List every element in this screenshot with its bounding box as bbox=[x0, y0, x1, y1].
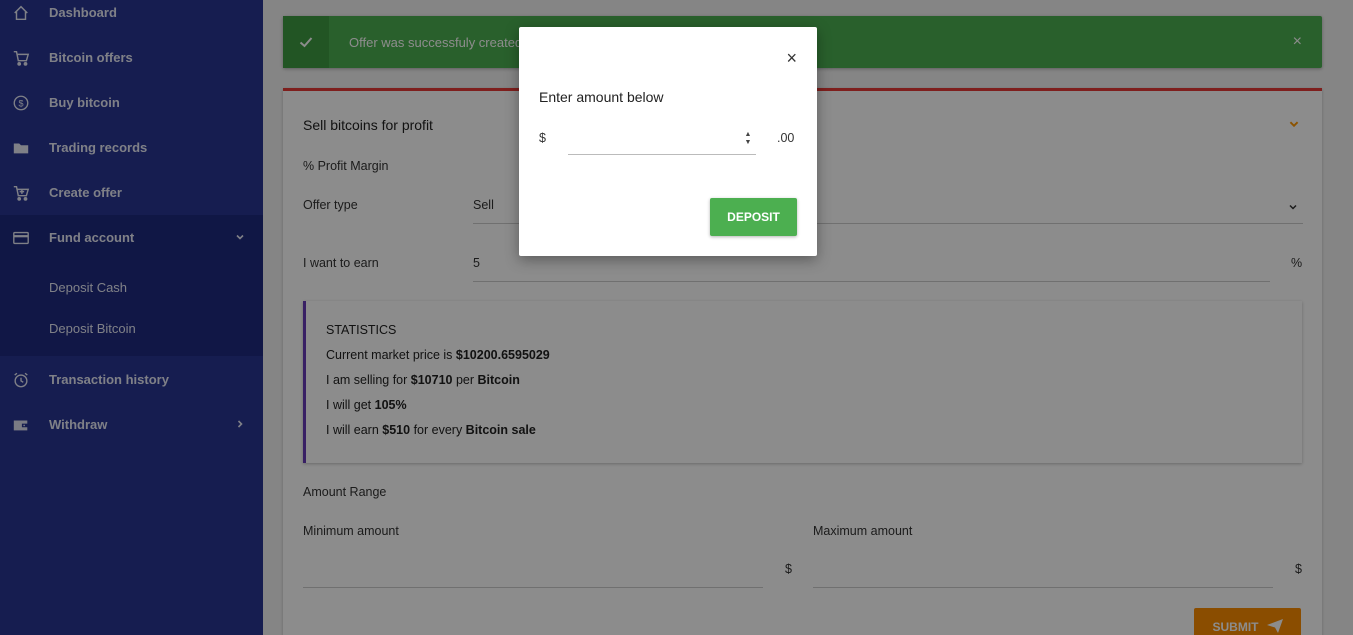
deposit-modal: × Enter amount below $ ▲ ▼ .00 DEPOSIT bbox=[519, 27, 817, 256]
modal-title: Enter amount below bbox=[539, 89, 664, 105]
amount-input[interactable] bbox=[568, 125, 756, 155]
modal-cents: .00 bbox=[777, 131, 795, 145]
deposit-button[interactable]: DEPOSIT bbox=[710, 198, 797, 236]
stepper-up-icon[interactable]: ▲ bbox=[745, 131, 752, 139]
modal-currency: $ bbox=[539, 131, 546, 145]
amount-stepper[interactable]: ▲ ▼ bbox=[741, 129, 755, 149]
modal-close-icon[interactable]: × bbox=[786, 48, 797, 69]
stepper-down-icon[interactable]: ▼ bbox=[745, 139, 752, 147]
